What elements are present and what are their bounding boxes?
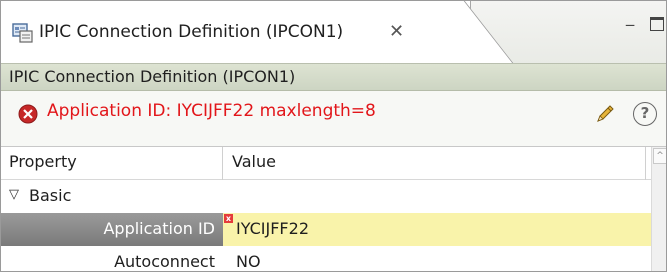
error-message-bar: Application ID: IYCIJFF22 maxlength=8 ? [1,91,666,147]
error-icon [18,104,38,124]
property-cell[interactable]: Autoconnect [1,246,223,271]
form-header: IPIC Connection Definition (IPCON1) [1,63,666,91]
column-divider[interactable] [222,147,223,180]
value-label[interactable]: NO [236,252,261,271]
close-icon[interactable]: ✕ [389,21,404,42]
error-message[interactable]: Application ID: IYCIJFF22 maxlength=8 [47,101,376,121]
vertical-scrollbar[interactable]: ^ [651,147,666,271]
scroll-up-icon[interactable]: ^ [653,148,666,164]
page-title: IPIC Connection Definition (IPCON1) [9,67,296,86]
property-label: Application ID [103,219,215,238]
column-header-property[interactable]: Property [9,152,77,171]
tab-strip: IPIC Connection Definition (IPCON1) ✕ ‒ [1,1,666,65]
property-cell[interactable]: Application ID [1,213,223,246]
editor-window: IPIC Connection Definition (IPCON1) ✕ ‒ … [0,0,667,272]
value-label: IYCIJFF22 [236,219,309,238]
table-header: Property Value [1,147,651,180]
maximize-icon[interactable] [650,17,664,31]
group-label: Basic [29,186,72,205]
column-divider [645,147,646,180]
collapse-toggle-icon[interactable]: ▽ [9,187,19,202]
table-row[interactable]: Autoconnect NO [1,246,651,271]
help-icon[interactable]: ? [633,102,657,126]
table-row[interactable]: Application ID IYCIJFF22 x [1,213,651,246]
definition-icon [12,23,33,43]
error-marker-icon: x [224,214,233,223]
tab-title[interactable]: IPIC Connection Definition (IPCON1) [39,22,343,42]
column-header-value[interactable]: Value [232,152,276,171]
minimize-icon[interactable]: ‒ [625,15,635,34]
value-cell[interactable]: IYCIJFF22 [223,213,651,246]
group-row-basic[interactable]: ▽ Basic [1,181,651,212]
pencil-icon[interactable] [594,103,616,125]
property-label: Autoconnect [114,252,215,271]
